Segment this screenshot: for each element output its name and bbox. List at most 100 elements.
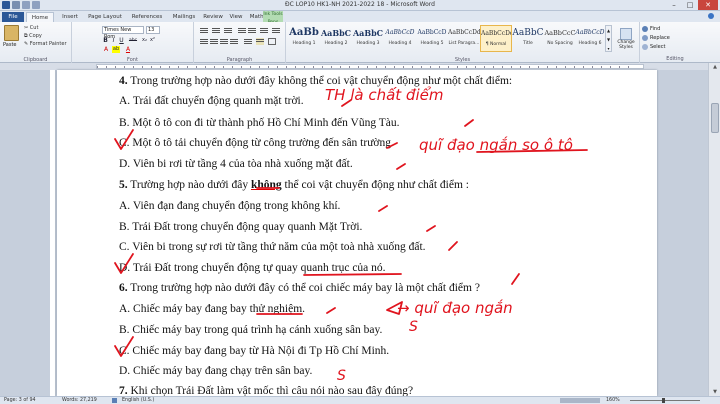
view-buttons[interactable] <box>560 398 600 403</box>
option-line: C. Một ô tô tải chuyển động từ công trườ… <box>119 137 394 149</box>
ruler-tick <box>448 66 449 68</box>
styles-scroll-buttons[interactable]: ▲ ▼ ▾ <box>605 25 612 52</box>
font-family-select[interactable]: Times New Rom <box>102 26 144 40</box>
paste-label[interactable]: Paste <box>3 42 17 48</box>
increase-indent-icon[interactable] <box>248 27 256 34</box>
close-button[interactable]: ✕ <box>698 0 718 10</box>
ruler-tick <box>403 66 404 68</box>
ruler-tick <box>412 66 413 68</box>
decrease-indent-icon[interactable] <box>238 27 246 34</box>
ruler-tick <box>232 66 233 68</box>
ruler-tick <box>592 66 593 68</box>
cut-button[interactable]: ✂ Cut <box>24 25 38 31</box>
copy-button[interactable]: ⧉ Copy <box>24 33 42 39</box>
font-size-select[interactable]: 13 <box>146 26 160 34</box>
shading-icon[interactable] <box>256 38 264 45</box>
sort-icon[interactable] <box>260 27 268 34</box>
page-counter[interactable]: Page: 3 of 94 <box>4 397 36 404</box>
ruler-tick <box>241 66 242 68</box>
scroll-up-icon[interactable]: ▲ <box>709 63 720 71</box>
ruler-tick <box>295 66 296 68</box>
scrollbar-thumb[interactable] <box>711 103 719 133</box>
underline-button[interactable]: U <box>118 37 125 44</box>
tab-view[interactable]: View <box>227 12 245 22</box>
find-button[interactable]: Find <box>642 26 660 32</box>
show-formatting-icon[interactable] <box>272 27 280 34</box>
tab-review[interactable]: Review <box>200 12 226 22</box>
multilevel-list-icon[interactable] <box>224 27 232 34</box>
style-no-spacing[interactable]: AaBbCcC No Spacing <box>544 25 576 52</box>
zoom-slider-thumb[interactable] <box>662 398 665 403</box>
tab-references[interactable]: References <box>126 12 168 22</box>
line-spacing-icon[interactable] <box>244 38 252 45</box>
tab-page-layout[interactable]: Page Layout <box>85 12 125 22</box>
style-normal[interactable]: AaBbCcDd ¶ Normal <box>480 25 512 52</box>
numbering-icon[interactable] <box>212 27 220 34</box>
tab-file[interactable]: File <box>2 12 24 22</box>
style-preview: AaBbCcD <box>385 29 415 36</box>
italic-button[interactable]: I <box>110 37 117 44</box>
superscript-button[interactable]: x² <box>149 37 156 44</box>
style-heading-3[interactable]: AaBbC Heading 3 <box>352 25 384 52</box>
font-group: Times New Rom 13 B I U abc x₂ x² A ab A … <box>72 22 194 63</box>
editing-group-label: Editing <box>666 56 684 62</box>
text-effects-button[interactable]: A <box>102 46 110 53</box>
ruler-tick <box>565 66 566 68</box>
style-title[interactable]: AaBbC Title <box>512 25 544 52</box>
tab-insert[interactable]: Insert <box>56 12 84 22</box>
tick-mark <box>326 307 336 314</box>
zoom-level[interactable]: 160% <box>606 397 620 404</box>
document-page[interactable]: 4. Trong trường hợp nào dưới đây không t… <box>57 70 657 396</box>
zoom-slider[interactable] <box>630 400 700 401</box>
ruler-tick <box>547 66 548 68</box>
tick-mark <box>341 99 352 107</box>
bold-button[interactable]: B <box>102 37 109 44</box>
ruler-tick <box>313 66 314 68</box>
style-heading-4[interactable]: AaBbCcD Heading 4 <box>384 25 416 52</box>
vertical-scrollbar[interactable]: ▲ ▼ <box>708 63 720 396</box>
bullets-icon[interactable] <box>200 27 208 34</box>
title-bar: ĐC LOP10 HK1-NH 2021-2022 18 - Microsoft… <box>0 0 720 11</box>
style-heading-5[interactable]: AaBbCcD Heading 5 <box>416 25 448 52</box>
subscript-button[interactable]: x₂ <box>141 37 148 44</box>
align-center-icon[interactable] <box>210 38 218 45</box>
maximize-button[interactable]: □ <box>682 0 698 10</box>
horizontal-ruler[interactable] <box>96 64 644 69</box>
handwriting-s-1: S <box>409 319 418 335</box>
underline-stroke <box>476 149 588 153</box>
tab-home[interactable]: Home <box>26 12 54 22</box>
style-name: ¶ Normal <box>485 42 507 47</box>
option-line: C. Chiếc máy bay đang bay từ Hà Nội đi T… <box>119 345 390 357</box>
align-left-icon[interactable] <box>200 38 208 45</box>
style-list-paragraph[interactable]: AaBbCcDd List Paragra... <box>448 25 480 52</box>
vertical-ruler[interactable] <box>50 70 56 396</box>
scroll-down-icon[interactable]: ▼ <box>709 388 720 396</box>
highlight-button[interactable]: ab <box>112 46 120 53</box>
proofing-icon[interactable] <box>112 398 117 403</box>
borders-icon[interactable] <box>268 38 276 45</box>
style-preview: AaBbCcC <box>544 29 576 37</box>
style-heading-2[interactable]: AaBbC Heading 2 <box>320 25 352 52</box>
style-heading-1[interactable]: AaBb Heading 1 <box>288 25 320 52</box>
word-counter[interactable]: Words: 27,219 <box>62 397 97 404</box>
ruler-tick <box>106 66 107 68</box>
question-7: 7. Khi chọn Trái Đất làm vật mốc thì câu… <box>119 384 413 396</box>
font-color-button[interactable]: A <box>124 46 132 53</box>
paste-icon[interactable] <box>4 25 19 41</box>
format-painter-button[interactable]: ✎ Format Painter <box>24 41 67 47</box>
tab-mailings[interactable]: Mailings <box>169 12 199 22</box>
replace-button[interactable]: Replace <box>642 35 670 41</box>
select-button[interactable]: Select <box>642 44 665 50</box>
help-icon[interactable] <box>708 13 714 19</box>
style-heading-6[interactable]: AaBbCcD Heading 6 <box>574 25 606 52</box>
strikethrough-button[interactable]: abc <box>127 37 139 44</box>
minimize-button[interactable]: – <box>666 0 682 10</box>
tab-ink-tools[interactable]: Ink Tools Pens <box>263 11 283 25</box>
justify-icon[interactable] <box>230 38 238 45</box>
handwriting-note-2: quĩ đạo ngắn so ô tô <box>419 136 573 154</box>
ruler-tick <box>466 66 467 68</box>
change-styles-button[interactable]: Change Styles <box>614 28 638 50</box>
language-indicator[interactable]: English (U.S.) <box>122 397 154 404</box>
align-right-icon[interactable] <box>220 38 228 45</box>
option-line: D. Viên bi rơi từ tầng 4 của tòa nhà xuố… <box>119 158 353 170</box>
